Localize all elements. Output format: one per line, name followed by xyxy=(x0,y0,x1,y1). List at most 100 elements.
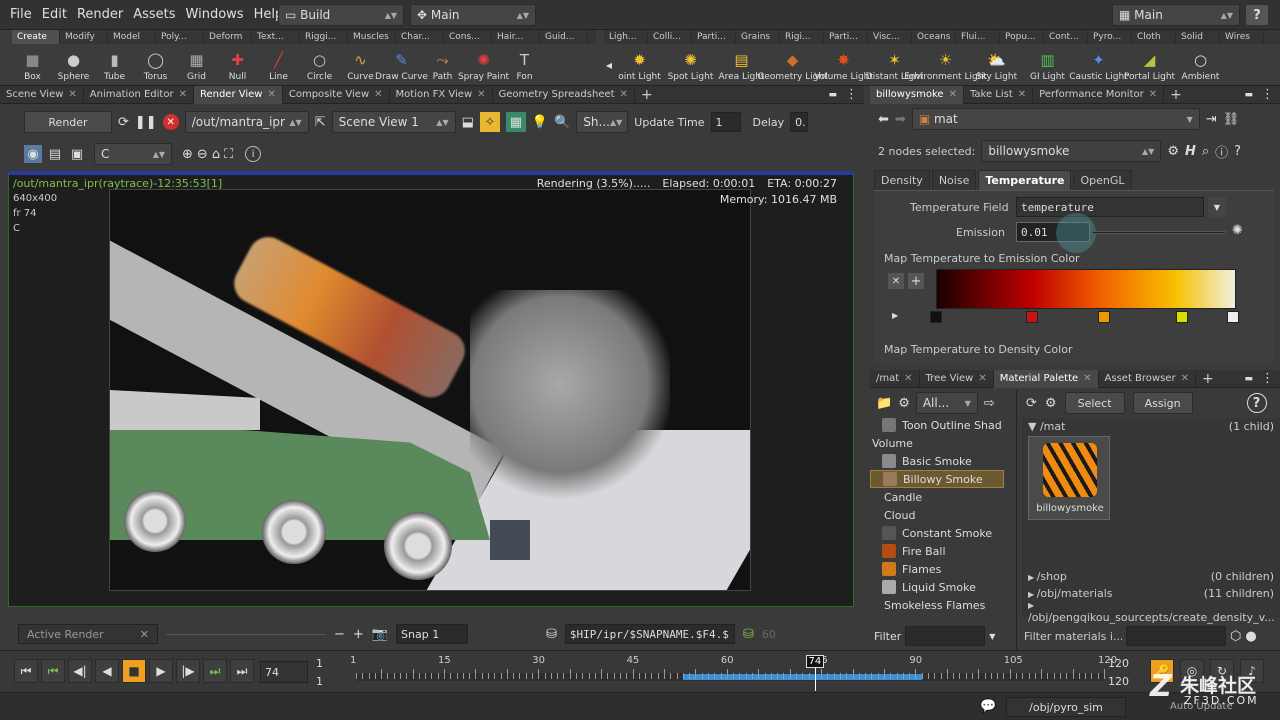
path-dropdown[interactable]: ▣ mat ▼ xyxy=(911,108,1200,130)
palette-item[interactable]: Liquid Smoke xyxy=(870,578,1004,596)
palette-item[interactable]: Smokeless Flames xyxy=(870,596,1004,612)
shelf-tool-light[interactable]: ✦ Caustic Light xyxy=(1069,44,1128,86)
add-tab-icon[interactable]: + xyxy=(635,86,659,104)
shelf-tool-torus[interactable]: ◯ Torus xyxy=(135,44,176,86)
shelf-left-tab[interactable]: Model xyxy=(108,30,156,44)
shelf-right-tab[interactable]: Popu... xyxy=(1000,30,1044,44)
temp-field-input[interactable]: temperature xyxy=(1016,197,1204,217)
tab-asset-browser[interactable]: Asset Browser ✕ xyxy=(1099,369,1196,388)
shelf-tool-spray-paint[interactable]: ✺ Spray Paint xyxy=(458,44,509,86)
close-icon[interactable]: ✕ xyxy=(267,86,275,104)
shelf-tool-sphere[interactable]: ● Sphere xyxy=(53,44,94,86)
right-desktop-dropdown[interactable]: ▦ Main ▲▼ xyxy=(1112,4,1240,26)
shelf-right-tab[interactable]: Cloth xyxy=(1132,30,1176,44)
back-arrow-icon[interactable]: ⬅ xyxy=(878,112,889,127)
emission-ramp[interactable] xyxy=(936,269,1236,309)
palette-item[interactable]: Volume xyxy=(870,434,1004,452)
tab-motion-fx-view[interactable]: Motion FX View ✕ xyxy=(390,85,493,104)
help-icon[interactable]: ? xyxy=(1246,393,1267,413)
palette-item[interactable]: Candle xyxy=(870,488,1004,506)
pointer-icon[interactable]: ⇱ xyxy=(315,115,326,130)
show-dropdown[interactable]: Sh... ▲▼ xyxy=(576,111,629,133)
gear-icon[interactable]: ⚙ xyxy=(1167,144,1179,159)
end-frame[interactable]: 120 xyxy=(1108,657,1129,670)
shelf-right-tab[interactable]: Parti... xyxy=(824,30,868,44)
snap-path-field[interactable]: $HIP/ipr/$SNAPNAME.$F4.$ xyxy=(564,624,735,644)
fit-icon[interactable]: ⛶ xyxy=(224,147,233,162)
help-icon[interactable]: ? xyxy=(1234,144,1241,159)
shelf-right-tab[interactable]: Grains xyxy=(736,30,780,44)
assign-button[interactable]: Assign xyxy=(1132,392,1193,414)
disk-icon[interactable]: ⛁ xyxy=(546,627,557,642)
node-dropdown[interactable]: billowysmoke ▲▼ xyxy=(981,140,1162,162)
refresh-icon[interactable]: ⟳ xyxy=(1026,396,1037,411)
menu-windows[interactable]: Windows xyxy=(186,0,244,30)
stop-icon[interactable]: ■ xyxy=(122,659,146,683)
link-icon[interactable]: ⛓ xyxy=(1223,112,1240,127)
shelf-right-tab[interactable]: Oceans xyxy=(912,30,956,44)
tab-render-view[interactable]: Render View ✕ xyxy=(193,85,283,104)
zoom-out-icon[interactable]: ⊖ xyxy=(197,147,208,162)
light-bulb-icon[interactable]: 💡 xyxy=(532,115,548,130)
subtab-density[interactable]: Density xyxy=(874,170,930,190)
help-icon[interactable]: ? xyxy=(1246,5,1268,25)
pane-menu-icon[interactable]: ⋮ xyxy=(1261,371,1274,386)
pin-icon[interactable]: ⇥ xyxy=(1206,112,1217,127)
palette-item[interactable]: Flames xyxy=(870,560,1004,578)
add-tab-icon[interactable]: + xyxy=(1196,370,1220,388)
shelf-left-tab[interactable]: Deform xyxy=(204,30,252,44)
shelf-tool-fon[interactable]: T Fon xyxy=(504,44,545,86)
close-icon[interactable]: ✕ xyxy=(1018,86,1026,104)
shelf-right-tab[interactable]: Wires xyxy=(1220,30,1264,44)
play-icon[interactable]: ▶ xyxy=(149,659,173,683)
plus-icon[interactable]: + xyxy=(353,627,364,642)
palette-item[interactable]: Billowy Smoke xyxy=(870,470,1004,488)
end-frame-2[interactable]: 120 xyxy=(1108,675,1129,688)
active-render-field[interactable]: Active Render ✕ xyxy=(18,624,158,644)
shelf-right-tab[interactable]: Ligh... xyxy=(604,30,648,44)
render-viewport[interactable]: /out/mantra_ipr(raytrace)-12:35:53[1] 64… xyxy=(8,171,854,607)
shelf-left-tab[interactable]: Char... xyxy=(396,30,444,44)
chevron-down-icon[interactable]: ▼ xyxy=(989,632,995,641)
menu-file[interactable]: File xyxy=(10,0,32,30)
menu-render[interactable]: Render xyxy=(77,0,123,30)
sphere-icon[interactable]: ● xyxy=(1245,629,1256,644)
pane-menu-icon[interactable]: ⋮ xyxy=(1261,87,1274,102)
close-icon[interactable]: ✕ xyxy=(68,86,76,104)
shelf-left-tab[interactable]: Hair... xyxy=(492,30,540,44)
tab-tree-view[interactable]: Tree View ✕ xyxy=(920,369,994,388)
network-dropdown[interactable]: ✥ Main ▲▼ xyxy=(410,4,536,26)
shelf-tool-line[interactable]: ╱ Line xyxy=(258,44,299,86)
close-icon[interactable]: ✕ xyxy=(1181,370,1189,388)
preview-icon[interactable]: ✧ xyxy=(479,112,500,132)
next-key-icon[interactable]: |▶ xyxy=(176,659,200,683)
close-icon[interactable]: ✕ xyxy=(620,86,628,104)
shelf-left-tab[interactable]: Guid... xyxy=(540,30,588,44)
info-icon[interactable]: i xyxy=(245,146,262,162)
shelf-tool-circle[interactable]: ○ Circle xyxy=(299,44,340,86)
select-button[interactable]: Select xyxy=(1064,392,1125,414)
tab-geometry-spreadsheet[interactable]: Geometry Spreadsheet ✕ xyxy=(493,85,635,104)
ramp-key[interactable] xyxy=(1176,311,1188,323)
shelf-tool-draw-curve[interactable]: ✎ Draw Curve xyxy=(375,44,428,86)
help-h-icon[interactable]: H xyxy=(1185,144,1196,159)
tree-root[interactable]: ▼ /mat (1 child) xyxy=(1022,418,1280,435)
update-time-field[interactable]: 1 xyxy=(710,112,741,132)
shelf-left-tab[interactable]: Create xyxy=(12,30,60,44)
playhead[interactable] xyxy=(814,667,816,691)
refresh-icon[interactable]: ⟳ xyxy=(118,115,129,130)
zoom-icon[interactable]: 🔍 xyxy=(554,115,570,130)
shelf-tool-light[interactable]: ◆ Geometry Light xyxy=(757,44,827,86)
maximize-icon[interactable]: ▬ xyxy=(828,90,837,100)
shelf-left-tab[interactable]: Cons... xyxy=(444,30,492,44)
first-frame-icon[interactable]: ⏮ xyxy=(14,659,38,683)
shelf-tool-box[interactable]: ■ Box xyxy=(12,44,53,86)
shelf-tool-grid[interactable]: ▦ Grid xyxy=(176,44,217,86)
camera-dropdown[interactable]: Scene View 1 ▲▼ xyxy=(331,111,456,133)
step-start-icon[interactable]: ⏮ xyxy=(41,659,65,683)
tab-animation-editor[interactable]: Animation Editor ✕ xyxy=(84,85,194,104)
forward-arrow-icon[interactable]: ➡ xyxy=(895,112,906,127)
zoom-in-icon[interactable]: ⊕ xyxy=(182,147,193,162)
palette-item[interactable]: Basic Smoke xyxy=(870,452,1004,470)
remove-key-icon[interactable]: ✕ xyxy=(888,273,904,289)
